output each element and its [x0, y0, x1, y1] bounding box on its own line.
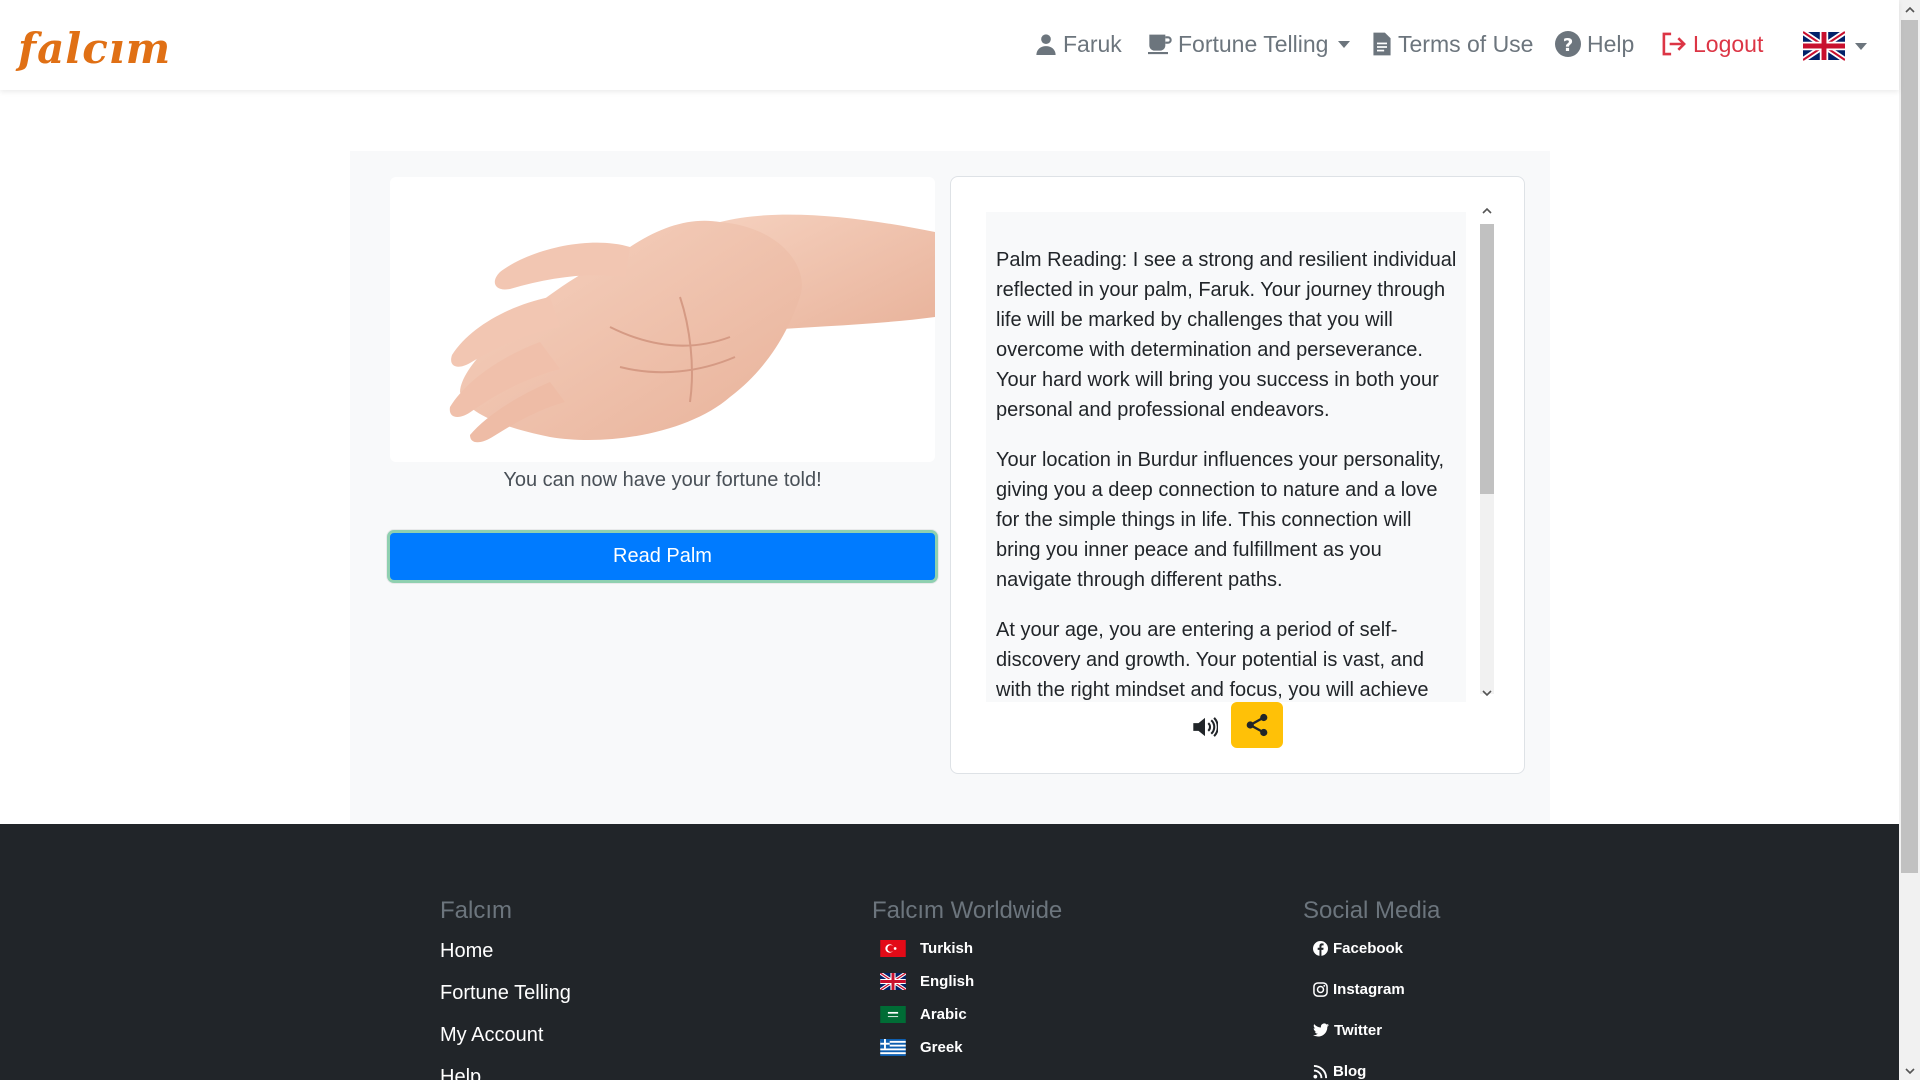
nav-terms[interactable]: Terms of Use: [1372, 26, 1533, 62]
footer-heading: Social Media: [1303, 897, 1441, 924]
facebook-icon: [1313, 940, 1328, 956]
nav-fortune-dropdown[interactable]: Fortune Telling: [1148, 26, 1351, 62]
speaker-button[interactable]: [1185, 707, 1225, 747]
scroll-up-icon[interactable]: [1477, 200, 1497, 220]
read-palm-button[interactable]: Read Palm: [387, 530, 938, 583]
chevron-down-icon: [1338, 40, 1351, 48]
footer-col-social: Social Media Facebook Instagram Twitter …: [1303, 896, 1440, 1080]
footer-social-label: Blog: [1333, 1062, 1367, 1080]
scroll-down-icon[interactable]: [1477, 683, 1497, 703]
footer-lang-turkish[interactable]: Turkish: [872, 936, 1062, 960]
scroll-down-icon[interactable]: [1899, 1062, 1920, 1080]
footer-link-my-account[interactable]: My Account: [440, 1020, 571, 1050]
nav-fortune-label: Fortune Telling: [1178, 30, 1329, 57]
nav-user[interactable]: Faruk: [1035, 26, 1122, 62]
reading-scroll-area[interactable]: Palm Reading: I see a strong and resilie…: [986, 212, 1466, 702]
footer-social-instagram[interactable]: Instagram: [1303, 977, 1440, 1001]
twitter-icon: [1313, 1023, 1329, 1037]
uk-flag-icon: [1803, 29, 1845, 63]
logout-icon: [1662, 32, 1686, 56]
language-dropdown[interactable]: [1803, 26, 1867, 66]
footer-lang-label: English: [920, 972, 975, 990]
footer-social-label: Instagram: [1333, 980, 1405, 998]
reading-text: Palm Reading: I see a strong and resilie…: [996, 245, 1458, 702]
reading-paragraph: Palm Reading: I see a strong and resilie…: [996, 249, 1457, 421]
footer-link-home[interactable]: Home: [440, 936, 571, 966]
help-icon: ?: [1555, 31, 1581, 57]
nav-logout-label: Logout: [1693, 30, 1764, 57]
fortune-caption: You can now have your fortune told!: [503, 469, 822, 491]
footer-lang-label: Greek: [920, 1038, 963, 1056]
reading-scrollbar[interactable]: [1477, 200, 1497, 703]
nav-terms-label: Terms of Use: [1398, 30, 1534, 57]
reading-paragraph: Your location in Burdur influences your …: [996, 449, 1445, 591]
greece-flag-icon: [880, 1038, 906, 1056]
chevron-down-icon: [1855, 42, 1867, 50]
page-scroll-thumb[interactable]: [1901, 20, 1918, 873]
share-button[interactable]: [1231, 702, 1283, 748]
rss-icon: [1313, 1064, 1328, 1079]
footer-link-fortune-telling[interactable]: Fortune Telling: [440, 978, 571, 1008]
nav-logout[interactable]: Logout: [1661, 26, 1763, 62]
instagram-icon: [1313, 981, 1328, 997]
footer-lang-label: Turkish: [920, 939, 974, 957]
cup-icon: [1148, 34, 1172, 55]
svg-text:?: ?: [1563, 35, 1573, 56]
turkey-flag-icon: [880, 939, 906, 957]
footer-col-worldwide: Falcım Worldwide Turkish English Arabic …: [872, 896, 1062, 1068]
nav-help[interactable]: ? Help: [1555, 26, 1634, 62]
brand-logo[interactable]: falcım: [18, 26, 171, 72]
footer-lang-english[interactable]: English: [872, 969, 1062, 993]
page-scrollbar[interactable]: [1899, 0, 1920, 1080]
footer-heading: Falcım: [440, 897, 512, 924]
uk-flag-icon: [880, 972, 906, 990]
palm-image: [390, 177, 935, 462]
navbar: falcım Faruk Fortune Telling Terms of Us…: [0, 0, 1899, 90]
footer-col-falcim: Falcım Home Fortune Telling My Account H…: [440, 896, 571, 1080]
nav-help-label: Help: [1587, 30, 1635, 57]
footer-link-help[interactable]: Help: [440, 1062, 571, 1080]
footer-social-facebook[interactable]: Facebook: [1303, 936, 1440, 960]
footer-social-twitter[interactable]: Twitter: [1303, 1018, 1440, 1042]
share-icon: [1246, 713, 1268, 737]
reading-paragraph: At your age, you are entering a period o…: [996, 619, 1429, 701]
document-icon: [1373, 32, 1391, 56]
footer-social-label: Twitter: [1334, 1021, 1383, 1039]
scroll-up-icon[interactable]: [1899, 0, 1920, 18]
scroll-thumb[interactable]: [1480, 224, 1494, 494]
hand-illustration: [449, 214, 935, 443]
footer-lang-arabic[interactable]: Arabic: [872, 1002, 1062, 1026]
nav-user-label: Faruk: [1063, 30, 1122, 57]
saudi-flag-icon: [880, 1005, 906, 1023]
footer-lang-label: Arabic: [920, 1005, 967, 1023]
footer-social-label: Facebook: [1333, 939, 1404, 957]
speaker-icon: [1193, 717, 1218, 737]
user-icon: [1036, 34, 1056, 55]
footer-heading: Falcım Worldwide: [872, 897, 1063, 924]
footer-social-blog[interactable]: Blog: [1303, 1059, 1440, 1080]
footer-lang-greek[interactable]: Greek: [872, 1035, 1062, 1059]
